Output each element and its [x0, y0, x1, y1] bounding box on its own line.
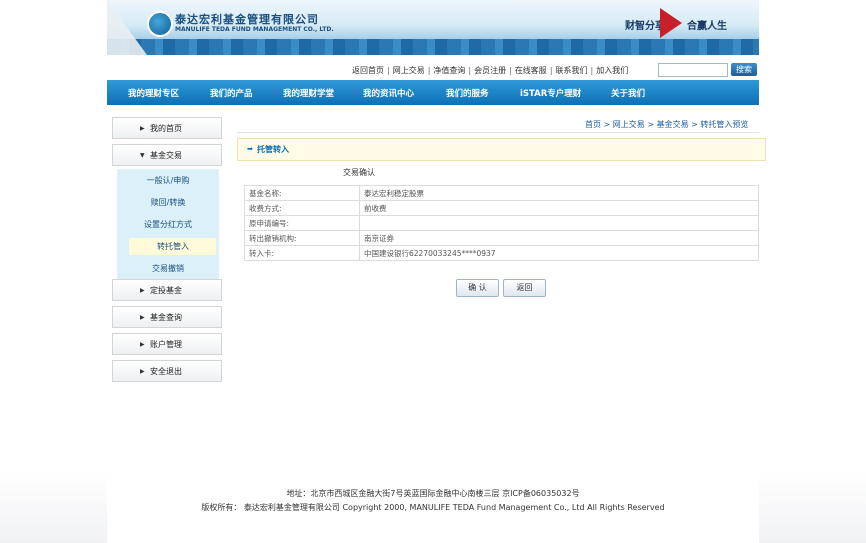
sail-decoration — [107, 0, 147, 55]
detail-value: 南京证券 — [359, 230, 759, 246]
arrow-icon — [660, 8, 682, 38]
breadcrumb-home[interactable]: 首页 — [585, 120, 601, 129]
back-button[interactable]: 返回 — [503, 279, 546, 297]
logo-chinese: 泰达宏利基金管理有限公司 — [175, 13, 319, 26]
breadcrumb: 首页 > 网上交易 > 基金交易 > 转托管入预览 — [585, 120, 749, 129]
triangle-down-icon: ▼ — [140, 152, 145, 159]
sea-decoration — [107, 39, 759, 55]
breadcrumb-fund-trade[interactable]: 基金交易 — [657, 120, 689, 129]
search-input[interactable] — [658, 63, 728, 77]
nav-my-finance[interactable]: 我的理财专区 — [128, 87, 179, 99]
submenu-transfer-in[interactable]: 转托管入 — [122, 241, 224, 252]
top-links: 返回首页 | 网上交易 | 净值查询 | 会员注册 | 在线客服 | 联系我们 | 加入我们 — [352, 66, 629, 75]
page: 泰达宏利基金管理有限公司 MANULIFE TEDA FUND MANAGEME… — [107, 0, 766, 543]
nav-istar[interactable]: iSTAR专户理财 — [520, 87, 581, 99]
confirm-button[interactable]: 确 认 — [456, 279, 499, 297]
logo-english: MANULIFE TEDA FUND MANAGEMENT CO., LTD. — [175, 26, 334, 33]
link-contact[interactable]: 联系我们 — [556, 66, 588, 75]
submenu-dividend[interactable]: 设置分红方式 — [117, 219, 219, 230]
details-table: 基金名称: 泰达宏利稳定股票 收费方式: 前收费 原申请编号: 转出撤销机构: 南京证… — [244, 185, 759, 261]
sidebar-item-fixed-invest[interactable]: ▶ 定投基金 — [112, 279, 222, 301]
arrow-bullet-icon: ➡ — [247, 145, 253, 153]
logo-icon — [147, 11, 173, 37]
link-online-service[interactable]: 在线客服 — [515, 66, 547, 75]
link-home[interactable]: 返回首页 — [352, 66, 384, 75]
search-button[interactable]: 搜索 — [731, 63, 757, 76]
link-join[interactable]: 加入我们 — [596, 66, 628, 75]
slogan-left: 财智分享 — [625, 21, 665, 32]
triangle-right-icon: ▶ — [140, 287, 145, 294]
nav-school[interactable]: 我的理财学堂 — [283, 87, 334, 99]
table-row: 转出撤销机构: 南京证券 — [244, 230, 759, 246]
triangle-right-icon: ▶ — [140, 341, 145, 348]
sidebar-submenu: 一般认/申购 赎回/转换 设置分红方式 转托管入 交易撤销 — [117, 169, 219, 280]
table-row: 收费方式: 前收费 — [244, 200, 759, 216]
submenu-subscribe[interactable]: 一般认/申购 — [117, 175, 219, 186]
detail-label: 转出撤销机构: — [244, 230, 360, 246]
sidebar-item-home[interactable]: ▶ 我的首页 — [112, 117, 222, 139]
footer: 地址：北京市西城区金融大街7号英蓝国际金融中心南楼三层 京ICP备0603503… — [0, 488, 866, 516]
table-row: 转入卡: 中国建设银行62270033245****0937 — [244, 245, 759, 261]
main-nav: 我的理财专区 我们的产品 我的理财学堂 我的资讯中心 我们的服务 iSTAR专户… — [107, 80, 759, 105]
detail-label: 收费方式: — [244, 200, 360, 216]
sidebar-item-logout[interactable]: ▶ 安全退出 — [112, 360, 222, 382]
nav-services[interactable]: 我们的服务 — [446, 87, 489, 99]
sidebar-item-fund-query[interactable]: ▶ 基金查询 — [112, 306, 222, 328]
section-title: 托管转入 — [257, 145, 289, 154]
triangle-right-icon: ▶ — [140, 314, 145, 321]
detail-value: 泰达宏利稳定股票 — [359, 185, 759, 201]
slogan-right: 合赢人生 — [687, 21, 727, 32]
detail-label: 原申请编号: — [244, 215, 360, 231]
footer-address: 地址：北京市西城区金融大街7号英蓝国际金融中心南楼三层 京ICP备0603503… — [286, 489, 580, 498]
section-titlebar: ➡ 托管转入 — [237, 138, 766, 161]
submenu-redeem[interactable]: 赎回/转换 — [117, 197, 219, 208]
triangle-right-icon: ▶ — [140, 125, 145, 132]
nav-products[interactable]: 我们的产品 — [210, 87, 253, 99]
table-row: 原申请编号: — [244, 215, 759, 231]
detail-label: 转入卡: — [244, 245, 360, 261]
nav-about[interactable]: 关于我们 — [611, 87, 645, 99]
submenu-cancel[interactable]: 交易撤销 — [117, 263, 219, 274]
triangle-right-icon: ▶ — [140, 368, 145, 375]
detail-value: 前收费 — [359, 200, 759, 216]
link-nav-query[interactable]: 净值查询 — [433, 66, 465, 75]
breadcrumb-current: 转托管入预览 — [700, 120, 749, 129]
detail-value: 中国建设银行62270033245****0937 — [359, 245, 759, 261]
detail-label: 基金名称: — [244, 185, 360, 201]
sidebar-item-fund-trade[interactable]: ▼ 基金交易 — [112, 144, 222, 166]
nav-info-center[interactable]: 我的资讯中心 — [363, 87, 414, 99]
detail-value — [359, 215, 759, 231]
table-row: 基金名称: 泰达宏利稳定股票 — [244, 185, 759, 201]
breadcrumb-online-trade[interactable]: 网上交易 — [613, 120, 645, 129]
header-banner: 泰达宏利基金管理有限公司 MANULIFE TEDA FUND MANAGEME… — [107, 0, 759, 55]
breadcrumb-divider — [237, 132, 759, 133]
sidebar-item-account[interactable]: ▶ 账户管理 — [112, 333, 222, 355]
link-online-trade[interactable]: 网上交易 — [393, 66, 425, 75]
footer-copyright: 版权所有： 泰达宏利基金管理有限公司 Copyright 2000, MANUL… — [201, 503, 665, 512]
link-register[interactable]: 会员注册 — [474, 66, 506, 75]
confirm-heading: 交易确认 — [343, 168, 375, 177]
